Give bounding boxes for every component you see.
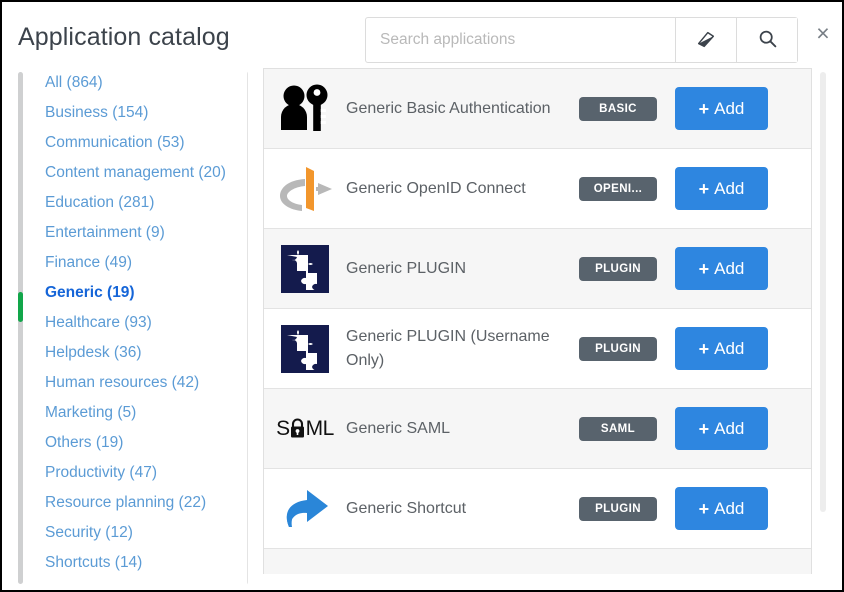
add-button-label: Add: [714, 178, 745, 198]
sidebar-item-communication[interactable]: Communication (53): [2, 128, 248, 158]
sidebar-item-education[interactable]: Education (281): [2, 188, 248, 218]
app-name: Generic SAML: [346, 419, 451, 437]
sidebar-scrollbar[interactable]: [247, 71, 248, 585]
category-list: All (864) Business (154) Communication (53…: [2, 68, 248, 578]
sidebar-item-resource[interactable]: Resource planning (22): [2, 488, 248, 518]
add-application-button[interactable]: + Add: [675, 487, 768, 530]
app-type-badge: PLUGIN: [579, 496, 657, 521]
add-button-label: Add: [714, 98, 745, 118]
search-group: [365, 17, 798, 63]
sidebar-item-entertainment[interactable]: Entertainment (9): [2, 218, 248, 248]
plus-icon: +: [698, 338, 710, 359]
add-application-button[interactable]: + Add: [675, 327, 768, 370]
openid-icon: [276, 160, 334, 218]
add-button-label: Add: [714, 338, 745, 358]
page-title: Application catalog: [18, 23, 230, 51]
sidebar-item-marketing[interactable]: Marketing (5): [2, 398, 248, 428]
sidebar-item-content[interactable]: Content management (20): [2, 158, 248, 188]
sidebar-item-generic[interactable]: Generic (19): [2, 278, 248, 308]
add-button-label: Add: [714, 258, 745, 278]
plus-icon: +: [698, 258, 710, 279]
sidebar-item-human[interactable]: Human resources (42): [2, 368, 248, 398]
saml-lock-icon: S ML: [276, 400, 334, 458]
plus-icon: +: [698, 178, 710, 199]
puzzle-tile: [281, 244, 329, 293]
app-type-badge: BASIC: [579, 96, 657, 121]
puzzle-piece-icon: [276, 320, 334, 378]
close-button[interactable]: ×: [808, 18, 838, 48]
category-sidebar: All (864) Business (154) Communication (53…: [2, 68, 248, 590]
search-icon: [757, 28, 778, 52]
add-button-label: Add: [714, 498, 745, 518]
saml-wordmark: S ML: [276, 416, 334, 440]
sidebar-item-helpdesk[interactable]: Helpdesk (36): [2, 338, 248, 368]
app-row[interactable]: Generic PLUGIN PLUGIN + Add: [264, 229, 811, 309]
app-type-badge: PLUGIN: [579, 256, 657, 281]
eraser-icon: [695, 28, 717, 53]
app-name: Generic Shortcut: [346, 499, 467, 517]
app-row[interactable]: Generic Shortcut PLUGIN + Add: [264, 469, 811, 549]
dialog-header: Application catalog Search applications …: [2, 2, 842, 68]
sidebar-item-productivity[interactable]: Productivity (47): [2, 458, 248, 488]
app-row[interactable]: +Add: [264, 549, 811, 574]
app-row[interactable]: Generic OpenID Connect OPENI... + Add: [264, 149, 811, 229]
sidebar-item-finance[interactable]: Finance (49): [2, 248, 248, 278]
app-type-badge: OPENI...: [579, 176, 657, 201]
add-application-button[interactable]: + Add: [675, 87, 768, 130]
application-list: Generic Basic Authentication BASIC + Add Gen…: [263, 68, 812, 574]
plus-icon: +: [698, 98, 710, 119]
add-application-button[interactable]: + Add: [675, 407, 768, 450]
app-type-badge: SAML: [579, 416, 657, 441]
plus-icon: +: [698, 418, 710, 439]
sidebar-item-others[interactable]: Others (19): [2, 428, 248, 458]
add-application-button[interactable]: + Add: [675, 247, 768, 290]
app-row[interactable]: Generic Basic Authentication BASIC + Add: [264, 69, 811, 149]
sidebar-item-shortcuts[interactable]: Shortcuts (14): [2, 548, 248, 578]
app-type-badge: PLUGIN: [579, 336, 657, 361]
app-row[interactable]: S ML Generic SAML SAML + Add: [264, 389, 811, 469]
add-button-label: Add: [714, 418, 745, 438]
sidebar-item-healthcare[interactable]: Healthcare (93): [2, 308, 248, 338]
puzzle-piece-icon: [276, 240, 334, 298]
app-name: Generic PLUGIN: [346, 259, 467, 277]
puzzle-tile: [281, 324, 329, 373]
sidebar-item-security[interactable]: Security (12): [2, 518, 248, 548]
app-row[interactable]: Generic PLUGIN (Username Only) PLUGIN + Add: [264, 309, 811, 389]
add-application-button[interactable]: + Add: [675, 167, 768, 210]
app-name: Generic PLUGIN (Username Only): [346, 328, 550, 369]
search-button[interactable]: [736, 18, 797, 62]
application-list-scrollbar[interactable]: [820, 72, 826, 512]
app-name: Generic Basic Authentication: [346, 99, 551, 117]
sidebar-item-all[interactable]: All (864): [2, 68, 248, 98]
person-key-icon: [276, 80, 334, 138]
plus-icon: +: [698, 498, 710, 519]
search-input[interactable]: [366, 18, 675, 62]
app-name: Generic OpenID Connect: [346, 179, 526, 197]
clear-search-button[interactable]: [675, 18, 736, 62]
curved-arrow-icon: [276, 480, 334, 538]
application-catalog-dialog: Application catalog Search applications …: [0, 0, 844, 592]
sidebar-item-business[interactable]: Business (154): [2, 98, 248, 128]
